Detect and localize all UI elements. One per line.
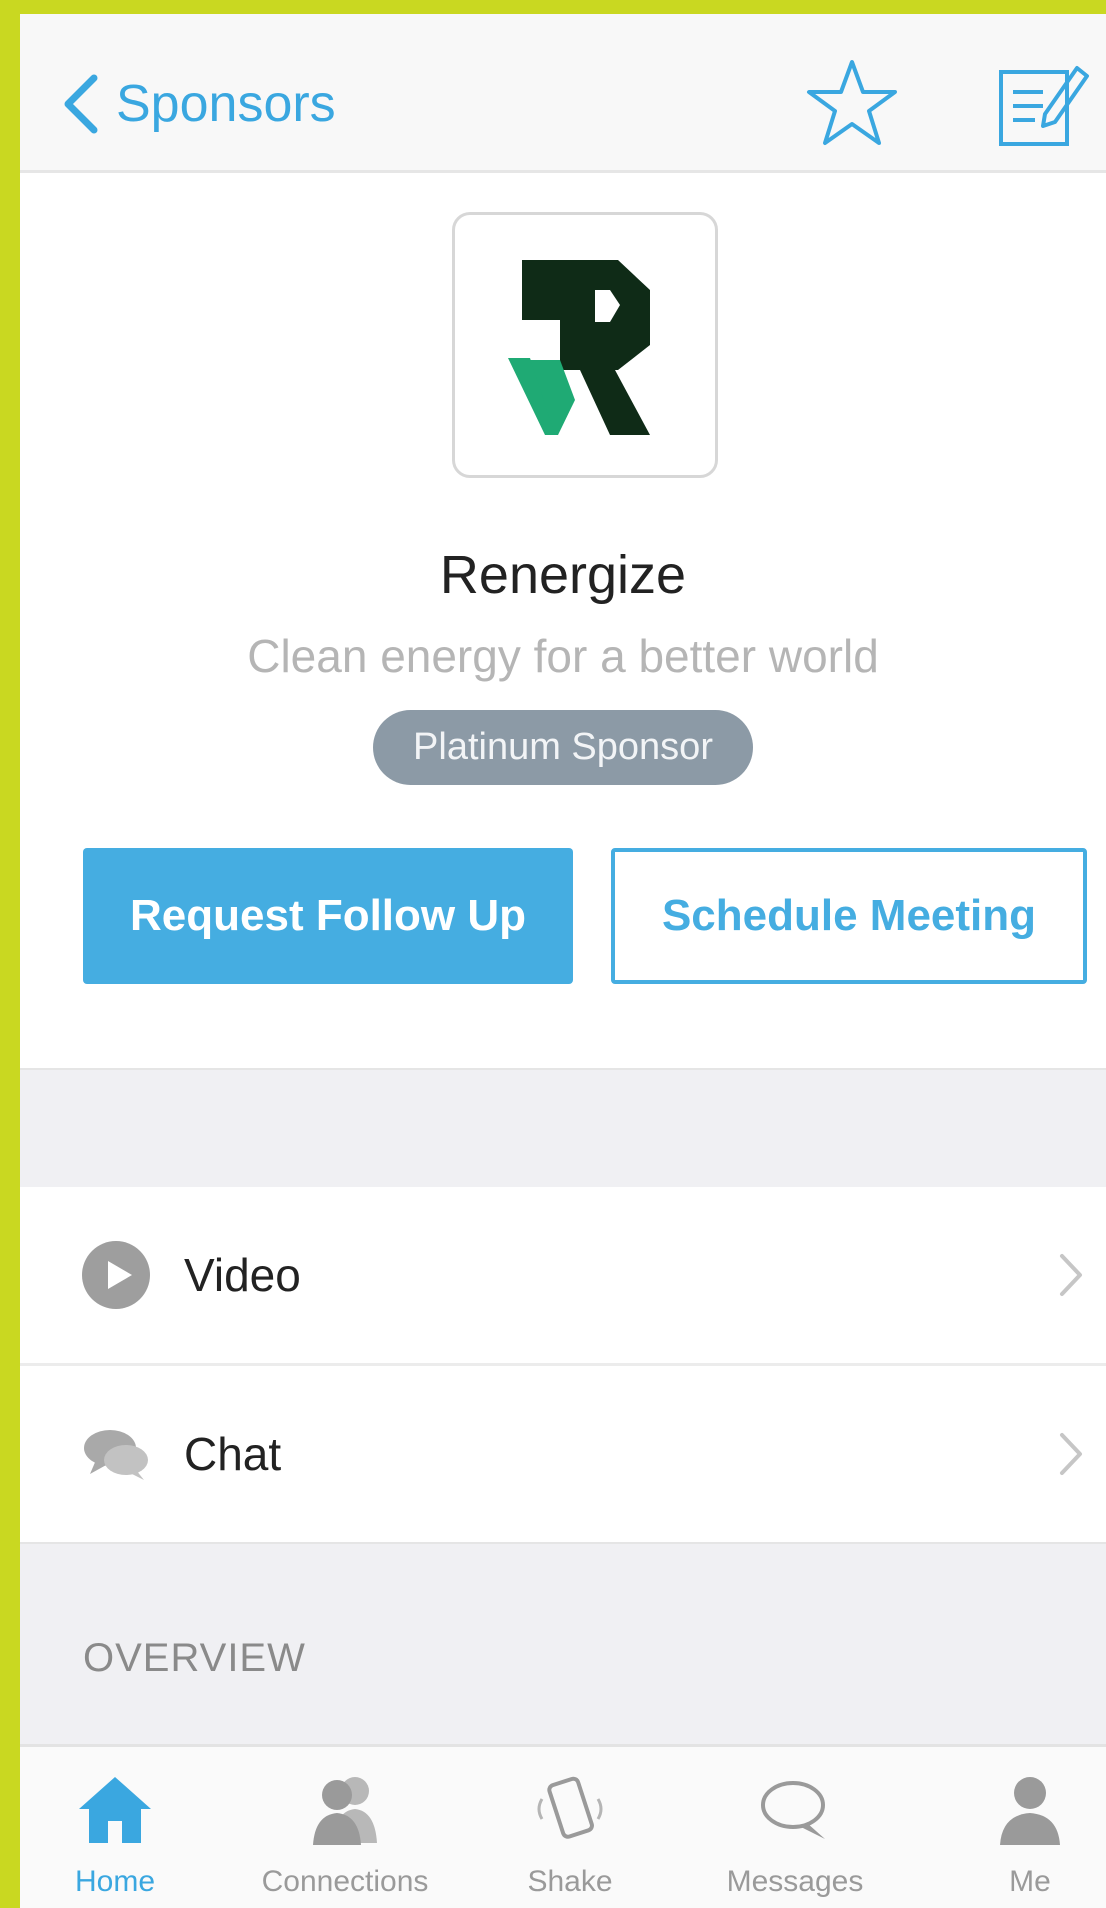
tab-me[interactable]: Me <box>980 1747 1080 1908</box>
video-row[interactable]: Video <box>20 1187 1106 1366</box>
sponsor-name: Renergize <box>439 545 687 605</box>
chevron-right-icon <box>1060 1254 1082 1296</box>
section-divider <box>20 1068 1106 1190</box>
sponsor-logo <box>452 212 718 478</box>
chevron-left-icon <box>64 74 98 134</box>
renergize-logo-icon <box>508 260 650 435</box>
tab-home-label: Home <box>74 1865 156 1898</box>
chat-row[interactable]: Chat <box>20 1366 1106 1542</box>
note-edit-icon[interactable] <box>995 54 1095 154</box>
sponsor-level-wrap: Platinum Sponsor <box>20 710 1106 785</box>
sponsor-tagline: Clean energy for a better world <box>247 630 879 682</box>
tab-home[interactable]: Home <box>50 1747 180 1908</box>
sponsor-detail-screen: Sponsors Renergize Clean energy for a be… <box>20 14 1106 1908</box>
tab-shake[interactable]: Shake <box>500 1747 640 1908</box>
schedule-meeting-button[interactable]: Schedule Meeting <box>611 848 1087 984</box>
chat-bubbles-icon <box>84 1430 148 1480</box>
tab-messages[interactable]: Messages <box>695 1747 895 1908</box>
star-icon[interactable] <box>802 54 902 154</box>
request-follow-up-button[interactable]: Request Follow Up <box>83 848 573 984</box>
speech-bubble-icon <box>761 1781 825 1839</box>
people-icon <box>313 1777 377 1845</box>
play-icon <box>82 1241 150 1309</box>
sponsor-level-badge: Platinum Sponsor <box>373 710 753 785</box>
navigation-bar: Sponsors <box>20 14 1106 173</box>
chat-row-label: Chat <box>184 1428 282 1480</box>
video-row-label: Video <box>184 1249 301 1301</box>
chevron-right-icon <box>1060 1433 1082 1475</box>
person-icon <box>1000 1777 1060 1845</box>
overview-section-header: OVERVIEW <box>83 1636 306 1680</box>
tab-bar: Home Connections Shake Messages Me <box>20 1744 1106 1908</box>
tab-connections-label: Connections <box>261 1865 429 1898</box>
tab-messages-label: Messages <box>726 1865 864 1898</box>
home-icon <box>79 1777 151 1843</box>
tab-shake-label: Shake <box>527 1865 613 1898</box>
tab-me-label: Me <box>1009 1865 1051 1898</box>
back-button[interactable]: Sponsors <box>60 64 336 144</box>
back-button-label: Sponsors <box>116 75 336 133</box>
shake-phone-icon <box>537 1776 603 1839</box>
tab-connections[interactable]: Connections <box>235 1747 455 1908</box>
